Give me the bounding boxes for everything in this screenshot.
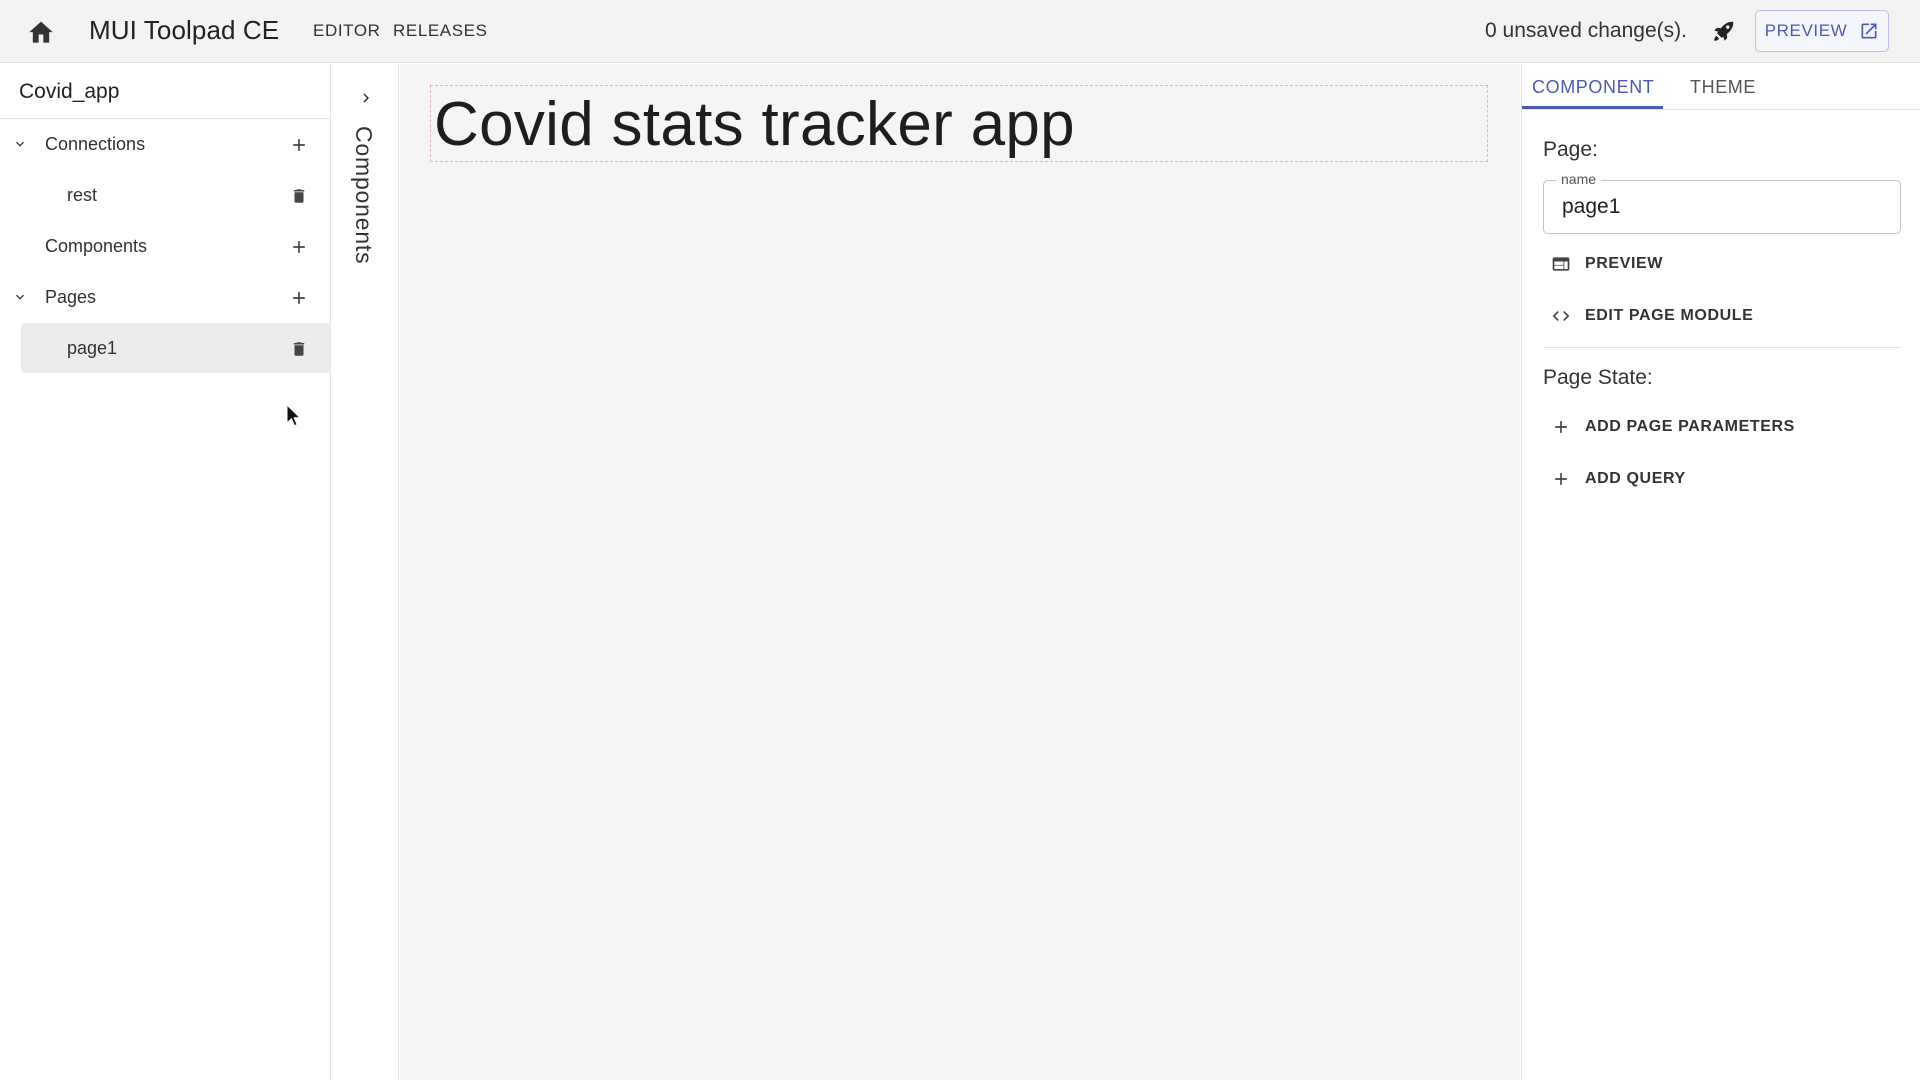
tree-item-pages[interactable]: Pages <box>0 272 331 322</box>
trash-icon <box>293 189 305 203</box>
add-page-parameters-label: ADD PAGE PARAMETERS <box>1585 418 1795 435</box>
trash-icon <box>293 342 305 356</box>
edit-page-module-label: EDIT PAGE MODULE <box>1585 307 1754 324</box>
nav-editor-link[interactable]: EDITOR <box>313 21 381 41</box>
preview-button[interactable]: PREVIEW <box>1755 10 1889 52</box>
tree-item-rest[interactable]: rest <box>0 170 331 220</box>
tree-item-connections[interactable]: Connections <box>0 119 331 169</box>
chevron-down-icon[interactable] <box>10 134 30 154</box>
tab-component[interactable]: COMPONENT <box>1532 77 1654 98</box>
components-rail-label[interactable]: Components <box>350 126 377 264</box>
tree-item-label: Components <box>45 235 148 256</box>
add-query-button[interactable]: ADD QUERY <box>1543 460 1694 498</box>
deploy-button[interactable] <box>1709 15 1739 47</box>
tree-item-label: Pages <box>45 286 97 307</box>
tree-item-label: page1 <box>67 337 118 358</box>
page-canvas[interactable]: Covid stats tracker app <box>400 64 1520 1080</box>
tab-theme[interactable]: THEME <box>1690 77 1756 98</box>
divider <box>1543 347 1901 348</box>
mouse-pointer-icon <box>286 404 302 427</box>
page-name-field-label: name <box>1556 171 1602 187</box>
divider <box>1522 109 1920 110</box>
page-name-field[interactable]: name page1 <box>1543 171 1901 234</box>
chevron-right-icon <box>363 93 369 103</box>
add-page-parameters-button[interactable]: ADD PAGE PARAMETERS <box>1543 408 1803 446</box>
nav-releases-link[interactable]: RELEASES <box>393 21 488 41</box>
app-bar: MUI Toolpad CE EDITOR RELEASES 0 unsaved… <box>0 0 1920 63</box>
canvas-page-title[interactable]: Covid stats tracker app <box>434 92 1075 158</box>
preview-button-label: PREVIEW <box>1764 21 1848 40</box>
add-query-label: ADD QUERY <box>1585 470 1686 487</box>
chevron-down-icon[interactable] <box>10 287 30 307</box>
delete-page-button[interactable] <box>286 336 312 362</box>
edit-page-module-button[interactable]: EDIT PAGE MODULE <box>1543 297 1761 335</box>
explorer-panel: Covid_app Connections rest Components Pa… <box>0 64 331 1080</box>
plus-icon <box>1555 421 1567 433</box>
plus-icon <box>293 241 305 253</box>
open-in-new-icon <box>1861 23 1877 39</box>
page-name-input[interactable]: page1 <box>1562 195 1620 219</box>
tree-item-page1[interactable]: page1 <box>21 323 331 373</box>
add-page-button[interactable] <box>286 285 312 311</box>
plus-icon <box>293 292 305 304</box>
tree-item-label: rest <box>67 184 98 205</box>
plus-icon <box>293 139 305 151</box>
web-preview-icon <box>1552 257 1570 271</box>
code-icon <box>1552 311 1570 321</box>
add-connection-button[interactable] <box>286 132 312 158</box>
app-title: MUI Toolpad CE <box>89 15 280 45</box>
app-name: Covid_app <box>19 80 120 103</box>
plus-icon <box>1555 473 1567 485</box>
tree-item-components[interactable]: Components <box>0 221 331 271</box>
tree-item-label: Connections <box>45 133 146 154</box>
expand-components-button[interactable] <box>354 86 378 110</box>
page-preview-button-label: PREVIEW <box>1585 255 1663 272</box>
rocket-icon <box>1714 21 1734 41</box>
unsaved-changes-status: 0 unsaved change(s). <box>1485 19 1687 42</box>
page-state-label: Page State: <box>1543 366 1653 389</box>
home-button[interactable] <box>24 14 58 48</box>
page-section-label: Page: <box>1543 138 1598 161</box>
page-preview-button[interactable]: PREVIEW <box>1543 245 1671 283</box>
components-rail: Components <box>332 64 399 1080</box>
home-icon <box>29 21 53 43</box>
inspector-panel: COMPONENT THEME Page: name page1 PREVIEW… <box>1521 64 1920 1080</box>
delete-connection-button[interactable] <box>286 183 312 209</box>
add-component-button[interactable] <box>286 234 312 260</box>
canvas-text-component[interactable]: Covid stats tracker app <box>430 85 1488 162</box>
